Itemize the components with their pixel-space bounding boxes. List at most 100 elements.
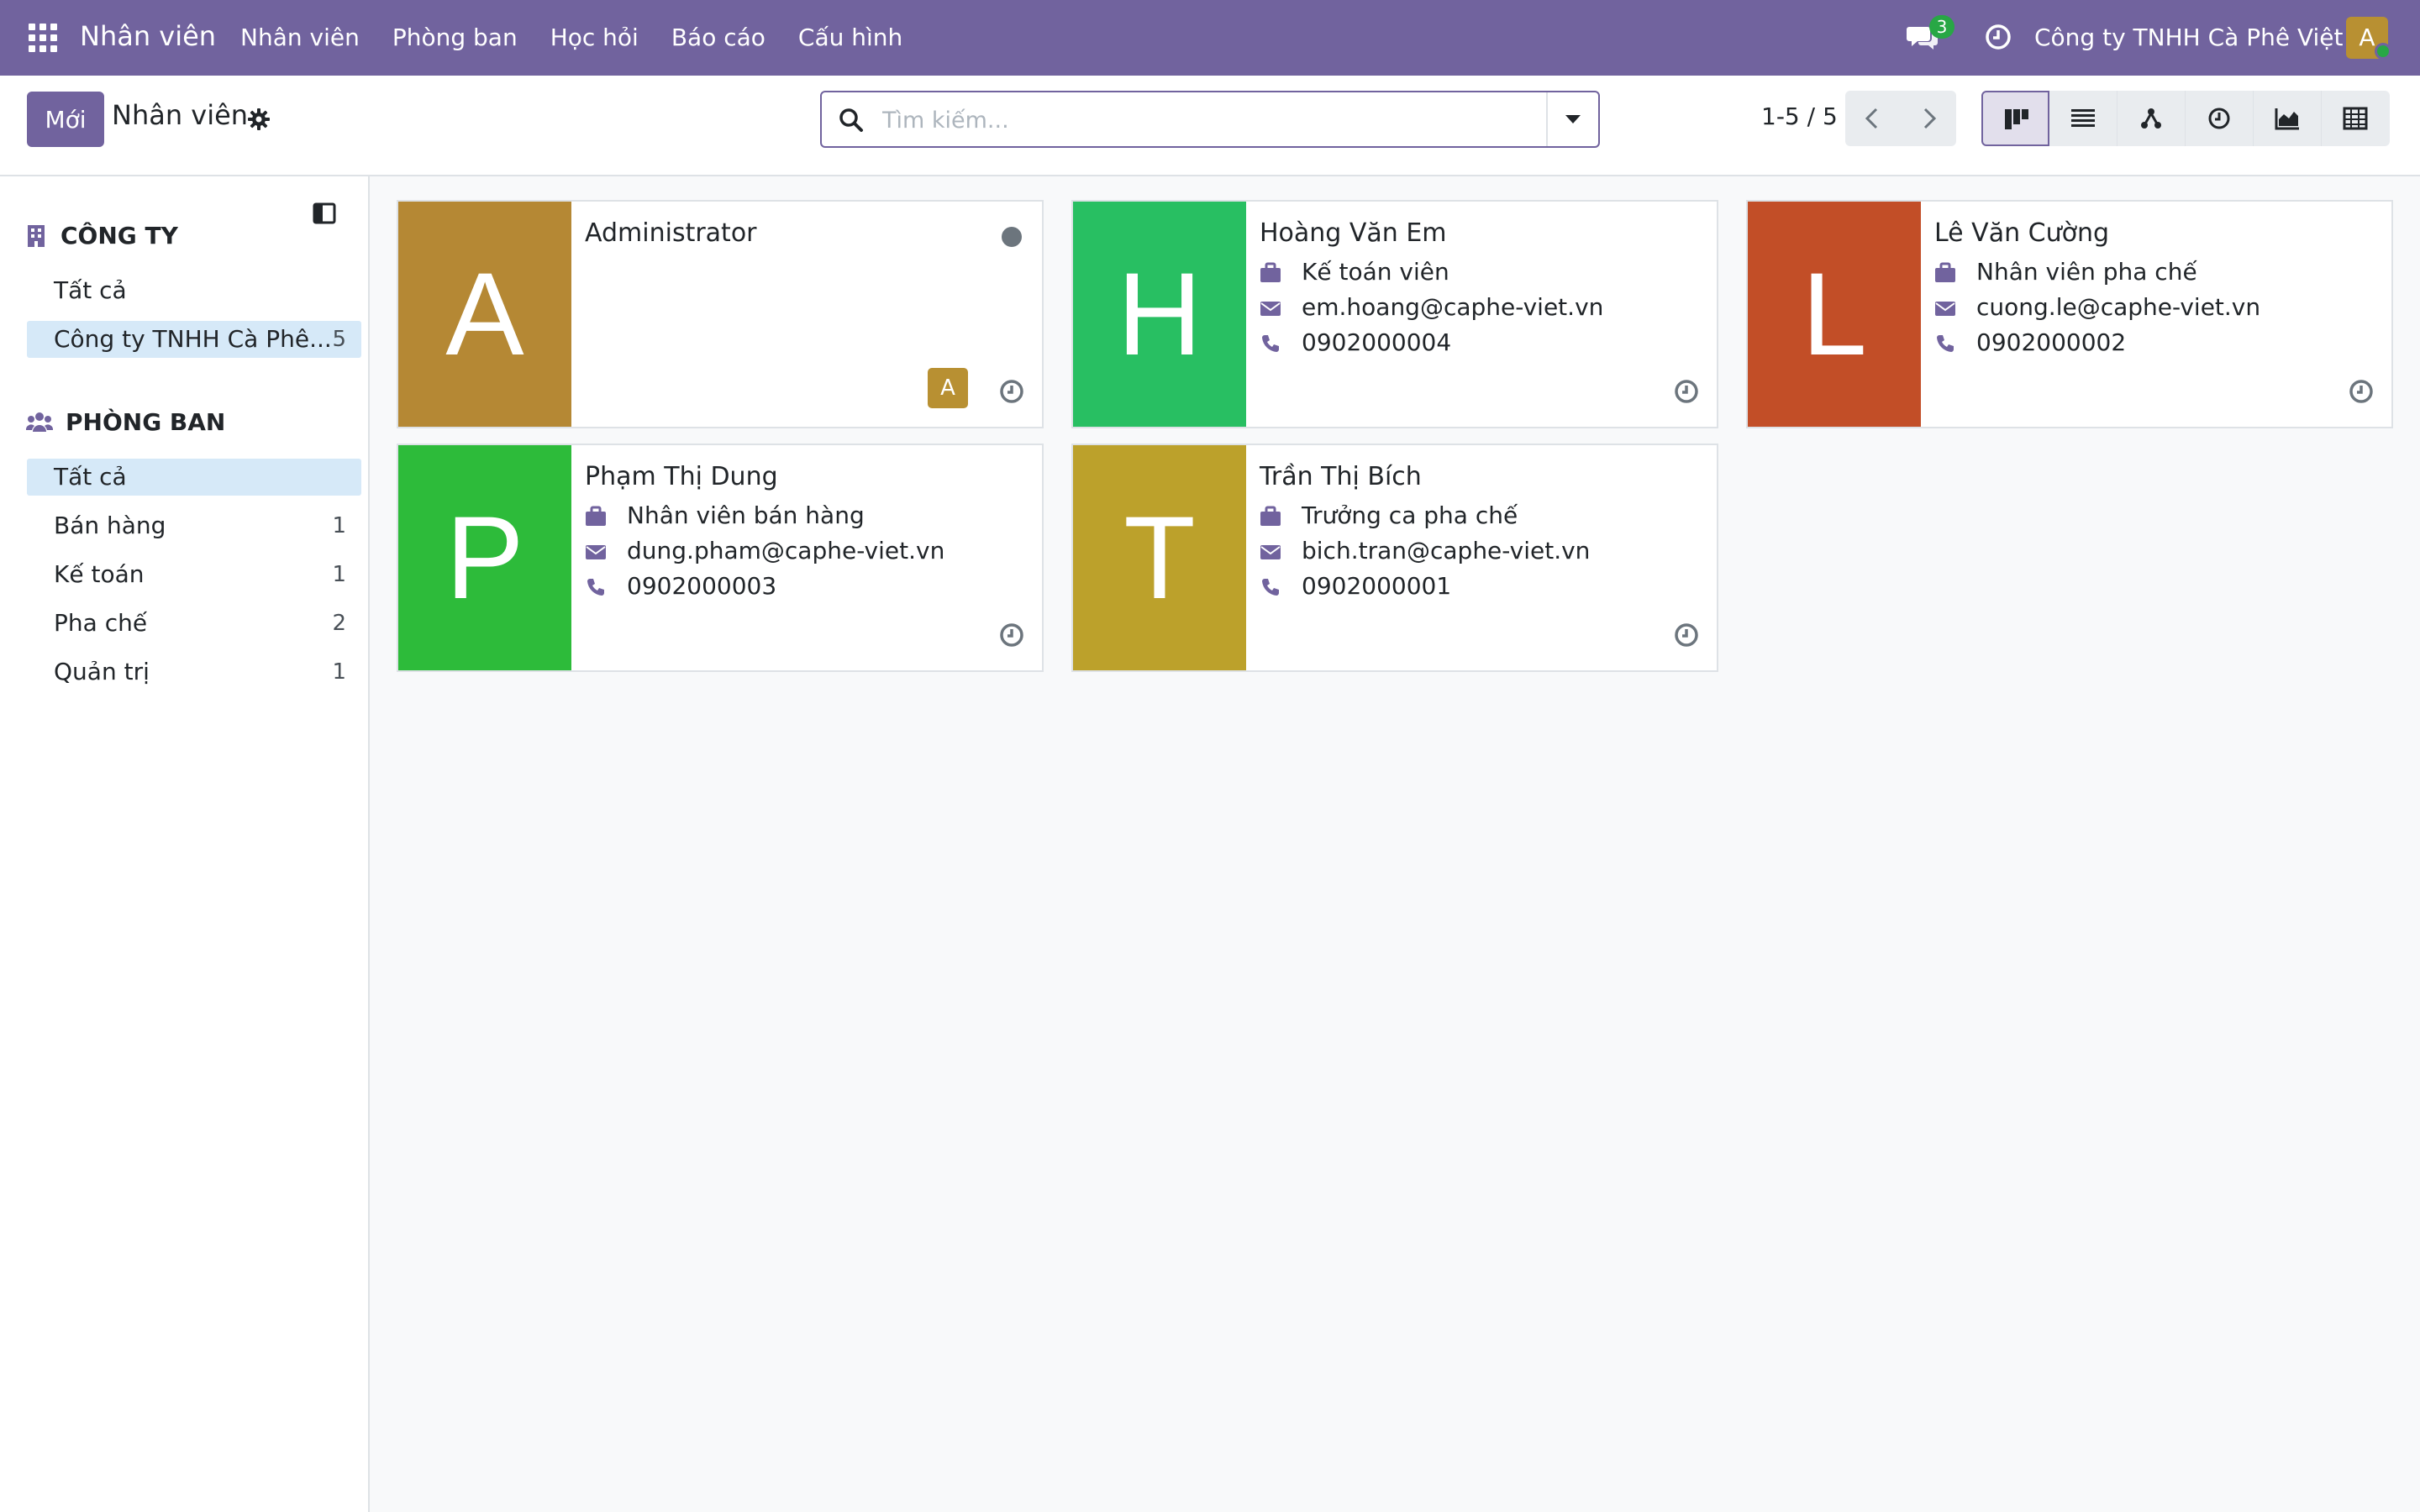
- building-icon: [28, 225, 45, 247]
- filter-label: Tất cả: [54, 276, 127, 304]
- menu-configuration[interactable]: Cấu hình: [798, 24, 902, 51]
- company-filter-cafe-viet[interactable]: Công ty TNHH Cà Phê... 5: [27, 321, 361, 358]
- online-status-dot: [2375, 43, 2391, 60]
- filter-label: Quản trị: [54, 658, 150, 685]
- briefcase-icon: [586, 506, 606, 526]
- activity-view-button[interactable]: [2186, 91, 2254, 146]
- search-options-toggle[interactable]: [1546, 92, 1598, 146]
- pager-next-button[interactable]: [1901, 91, 1956, 146]
- activity-clock-icon[interactable]: [2348, 378, 2375, 405]
- kanban-view-button[interactable]: [1981, 91, 2049, 146]
- hierarchy-view-button[interactable]: [2118, 91, 2186, 146]
- department-filter-admin[interactable]: Quản trị 1: [27, 654, 361, 690]
- control-panel: Mới Nhân viên 1-5 / 5: [0, 76, 2420, 176]
- filter-label: Pha chế: [54, 609, 148, 637]
- employee-avatar: H: [1073, 202, 1246, 427]
- chevron-right-icon: [1923, 108, 1937, 129]
- company-filter-all[interactable]: Tất cả: [27, 272, 361, 309]
- panel-toggle-icon[interactable]: [313, 202, 336, 225]
- activity-clock-icon[interactable]: [1673, 622, 1700, 648]
- app-name[interactable]: Nhân viên: [80, 20, 216, 52]
- employee-card[interactable]: A Administrator A: [397, 200, 1044, 428]
- department-filter-all[interactable]: Tất cả: [27, 459, 361, 496]
- envelope-icon: [1260, 545, 1281, 559]
- work-email[interactable]: bich.tran@caphe-viet.vn: [1302, 536, 1590, 566]
- view-switcher: [1981, 91, 2390, 146]
- envelope-icon: [586, 545, 606, 559]
- phone-icon: [587, 579, 604, 596]
- department-filter-barista[interactable]: Pha chế 2: [27, 605, 361, 642]
- related-user-avatar[interactable]: A: [928, 368, 968, 408]
- phone-icon: [1937, 335, 1954, 352]
- job-title: Nhân viên pha chế: [1976, 258, 2197, 286]
- presence-status-dot: [1002, 227, 1022, 247]
- job-title: Kế toán viên: [1302, 258, 1449, 286]
- search-bar: [820, 91, 1600, 148]
- employee-name: Hoàng Văn Em: [1260, 218, 1447, 248]
- top-navbar: Nhân viên Nhân viên Phòng ban Học hỏi Bá…: [0, 0, 2420, 76]
- work-phone[interactable]: 0902000003: [627, 571, 776, 601]
- briefcase-icon: [1260, 506, 1281, 526]
- employee-avatar: L: [1748, 202, 1921, 427]
- job-title: Trưởng ca pha chế: [1302, 501, 1518, 529]
- employee-card[interactable]: P Phạm Thị Dung Nhân viên bán hàng dung.…: [397, 444, 1044, 672]
- main-menu: Nhân viên Phòng ban Học hỏi Báo cáo Cấu …: [240, 24, 935, 51]
- kanban-icon: [2005, 109, 2028, 129]
- menu-employees[interactable]: Nhân viên: [240, 24, 360, 51]
- filter-count: 1: [332, 562, 346, 587]
- envelope-icon: [1260, 302, 1281, 316]
- filter-count: 5: [332, 327, 346, 352]
- employee-name: Trần Thị Bích: [1260, 462, 1422, 491]
- graph-view-button[interactable]: [2254, 91, 2322, 146]
- employee-name: Administrator: [585, 218, 757, 248]
- activity-clock-icon[interactable]: [998, 622, 1025, 648]
- search-panel: CÔNG TY Tất cả Công ty TNHH Cà Phê... 5 …: [0, 176, 370, 1512]
- department-filter-accounting[interactable]: Kế toán 1: [27, 556, 361, 593]
- users-icon: [25, 412, 54, 432]
- filter-count: 2: [332, 611, 346, 636]
- company-switcher[interactable]: Công ty TNHH Cà Phê Việt: [2034, 24, 2344, 51]
- search-input[interactable]: [881, 102, 1523, 138]
- filter-label: Bán hàng: [54, 512, 166, 539]
- new-button[interactable]: Mới: [27, 92, 104, 147]
- work-email[interactable]: dung.pham@caphe-viet.vn: [627, 536, 944, 566]
- pager-previous-button[interactable]: [1845, 91, 1901, 146]
- page-title: Nhân viên: [112, 99, 249, 131]
- apps-grid-icon[interactable]: [29, 24, 57, 52]
- search-icon: [839, 108, 863, 132]
- area-chart-icon: [2275, 108, 2299, 130]
- work-phone[interactable]: 0902000002: [1976, 328, 2126, 358]
- chevron-left-icon: [1865, 108, 1878, 129]
- filter-label: Công ty TNHH Cà Phê...: [54, 325, 332, 353]
- work-email[interactable]: cuong.le@caphe-viet.vn: [1976, 292, 2260, 323]
- clock-icon: [2208, 108, 2230, 129]
- briefcase-icon: [1935, 262, 1955, 282]
- menu-reporting[interactable]: Báo cáo: [671, 24, 765, 51]
- department-filter-sales[interactable]: Bán hàng 1: [27, 507, 361, 544]
- activity-clock-icon[interactable]: [1673, 378, 1700, 405]
- employee-card[interactable]: H Hoàng Văn Em Kế toán viên em.hoang@cap…: [1071, 200, 1718, 428]
- briefcase-icon: [1260, 262, 1281, 282]
- job-title: Nhân viên bán hàng: [627, 501, 865, 529]
- activity-clock-icon[interactable]: [998, 378, 1025, 405]
- employee-card[interactable]: L Lê Văn Cường Nhân viên pha chế cuong.l…: [1746, 200, 2393, 428]
- pager-value[interactable]: 1-5 / 5: [1761, 102, 1838, 130]
- list-view-button[interactable]: [2049, 91, 2118, 146]
- list-icon: [2071, 109, 2095, 127]
- work-phone[interactable]: 0902000001: [1302, 571, 1451, 601]
- menu-departments[interactable]: Phòng ban: [392, 24, 518, 51]
- department-filter-header: PHÒNG BAN: [66, 408, 226, 436]
- employee-avatar: T: [1073, 445, 1246, 670]
- filter-label: Tất cả: [54, 463, 127, 491]
- work-phone[interactable]: 0902000004: [1302, 328, 1451, 358]
- gear-icon[interactable]: [247, 108, 271, 131]
- employee-name: Lê Văn Cường: [1934, 218, 2110, 248]
- work-email[interactable]: em.hoang@caphe-viet.vn: [1302, 292, 1603, 323]
- chat-count-badge: 3: [1929, 15, 1954, 39]
- hierarchy-icon: [2141, 108, 2161, 129]
- employee-card[interactable]: T Trần Thị Bích Trưởng ca pha chế bich.t…: [1071, 444, 1718, 672]
- pivot-view-button[interactable]: [2322, 91, 2390, 146]
- activity-clock-icon[interactable]: [1984, 23, 2012, 51]
- caret-down-icon: [1565, 115, 1581, 123]
- menu-learning[interactable]: Học hỏi: [550, 24, 639, 51]
